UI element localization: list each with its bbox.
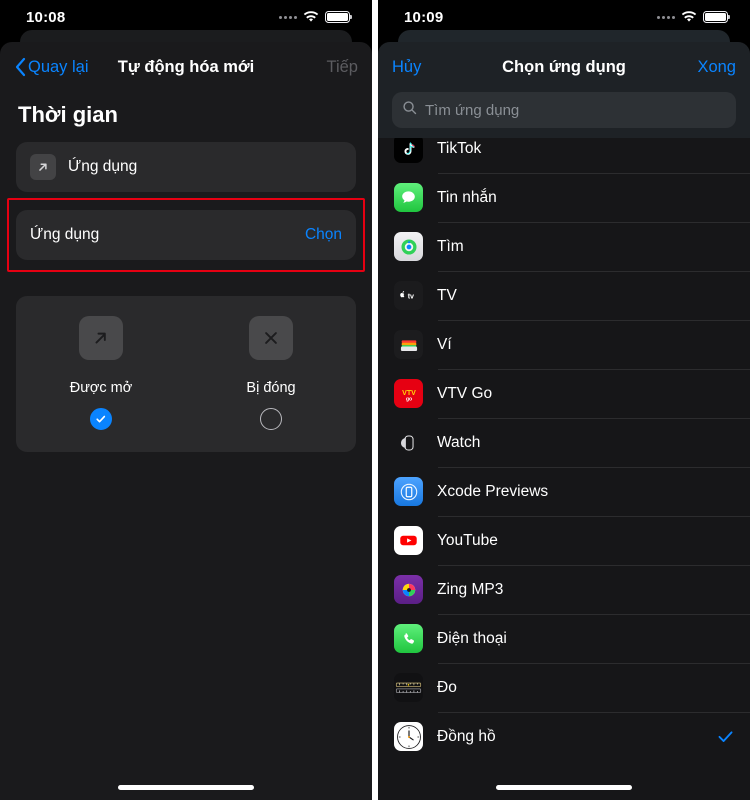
status-indicators: [279, 11, 353, 23]
app-list-inner: TikTok Tin nhắn Tìm tv TV Ví VTV go VTV …: [378, 138, 750, 761]
choose-app-header: Hủy Chọn ứng dụng Xong Tìm ứng dụng: [378, 42, 750, 138]
messages-icon: [394, 183, 423, 212]
home-indicator: [118, 785, 254, 790]
list-item[interactable]: Ví: [378, 320, 750, 369]
checkmark-icon: [717, 728, 734, 745]
battery-icon: [325, 11, 353, 23]
status-indicators: [657, 11, 731, 23]
status-time: 10:09: [404, 8, 444, 26]
new-automation-sheet: Quay lại Tự động hóa mới Tiếp Thời gian …: [0, 42, 372, 800]
xcode-previews-icon: [394, 477, 423, 506]
section-heading: Thời gian: [18, 102, 118, 127]
done-button[interactable]: Xong: [697, 58, 736, 77]
search-input[interactable]: Tìm ứng dụng: [392, 92, 736, 128]
list-item[interactable]: Xcode Previews: [378, 467, 750, 516]
wallet-icon: [394, 330, 423, 359]
trigger-app-card[interactable]: Ứng dụng: [16, 142, 356, 192]
option-opened-label: Được mở: [69, 380, 133, 396]
list-item[interactable]: Tin nhắn: [378, 173, 750, 222]
cellular-signal-icon: [279, 15, 297, 19]
arrow-up-right-icon: [79, 316, 123, 360]
list-item[interactable]: tv TV: [378, 271, 750, 320]
list-item[interactable]: Zing MP3: [378, 565, 750, 614]
option-closed-radio[interactable]: [260, 408, 282, 430]
page-title: Chọn ứng dụng: [502, 57, 626, 76]
cellular-signal-icon: [657, 15, 675, 19]
right-phone-screen: 10:09 Hủy Chọn ứng dụng Xong Tìm ứng dụn…: [378, 0, 750, 800]
svg-text:tv: tv: [407, 292, 413, 300]
app-name: TV: [437, 286, 457, 304]
status-bar-right: 10:09: [378, 0, 750, 34]
navigation-bar-left: Quay lại Tự động hóa mới Tiếp: [0, 42, 372, 92]
option-opened-radio[interactable]: [90, 408, 112, 430]
list-item[interactable]: Đồng hồ: [378, 712, 750, 761]
app-name: Ví: [437, 335, 452, 353]
wifi-icon: [303, 11, 319, 23]
option-opened[interactable]: Được mở: [16, 316, 186, 430]
app-choose-label: Ứng dụng: [30, 226, 100, 243]
trigger-app-label: Ứng dụng: [68, 158, 138, 175]
phone-icon: [394, 624, 423, 653]
option-closed[interactable]: Bị đóng: [186, 316, 356, 430]
find-my-icon: [394, 232, 423, 261]
apple-tv-icon: tv: [394, 281, 423, 310]
automation-body: Thời gian Ứng dụng Ứng dụng Chọn Được mở…: [0, 102, 372, 452]
clock-icon: [394, 722, 423, 751]
chevron-left-icon: [14, 57, 26, 77]
choose-app-sheet: Hủy Chọn ứng dụng Xong Tìm ứng dụng TikT…: [378, 42, 750, 800]
app-name: Tìm: [437, 237, 464, 255]
arrow-up-right-icon: [30, 154, 56, 180]
option-closed-label: Bị đóng: [246, 380, 296, 396]
app-name: Tin nhắn: [437, 188, 497, 206]
app-list[interactable]: TikTok Tin nhắn Tìm tv TV Ví VTV go VTV …: [378, 138, 750, 800]
dual-screenshot-stage: 10:08 Quay lại Tự động hóa mới Tiếp Thời…: [0, 0, 750, 800]
list-item[interactable]: TikTok: [378, 138, 750, 173]
vtv-go-icon: VTV go: [394, 379, 423, 408]
status-bar-left: 10:08: [0, 0, 372, 34]
next-button[interactable]: Tiếp: [327, 58, 359, 77]
zing-mp3-icon: [394, 575, 423, 604]
app-name: VTV Go: [437, 384, 493, 402]
list-item[interactable]: Watch: [378, 418, 750, 467]
app-name: Điện thoại: [437, 629, 507, 647]
svg-text:VTV: VTV: [402, 388, 416, 396]
battery-icon: [703, 11, 731, 23]
close-x-icon: [249, 316, 293, 360]
wifi-icon: [681, 11, 697, 23]
app-name: Đo: [437, 678, 457, 696]
search-icon: [402, 100, 417, 120]
app-name: YouTube: [437, 531, 498, 549]
state-options-card: Được mở Bị đóng: [16, 296, 356, 452]
apple-watch-icon: [394, 428, 423, 457]
list-item[interactable]: Đo: [378, 663, 750, 712]
back-label: Quay lại: [28, 57, 89, 76]
app-name: Watch: [437, 433, 481, 451]
measure-icon: [394, 673, 423, 702]
youtube-icon: [394, 526, 423, 555]
app-name: Xcode Previews: [437, 482, 549, 500]
search-placeholder: Tìm ứng dụng: [425, 101, 520, 119]
home-indicator: [496, 785, 632, 790]
tiktok-icon: [394, 138, 423, 163]
list-item[interactable]: VTV go VTV Go: [378, 369, 750, 418]
back-button[interactable]: Quay lại: [14, 57, 89, 77]
cancel-button[interactable]: Hủy: [392, 58, 421, 77]
app-name: TikTok: [437, 139, 482, 157]
left-phone-screen: 10:08 Quay lại Tự động hóa mới Tiếp Thời…: [0, 0, 372, 800]
app-name: Zing MP3: [437, 580, 504, 598]
list-item[interactable]: YouTube: [378, 516, 750, 565]
highlighted-app-selector: Ứng dụng Chọn: [7, 198, 365, 272]
list-item[interactable]: Điện thoại: [378, 614, 750, 663]
choose-button[interactable]: Chọn: [305, 226, 342, 244]
svg-text:go: go: [405, 396, 411, 402]
list-item[interactable]: Tìm: [378, 222, 750, 271]
app-choose-row[interactable]: Ứng dụng Chọn: [16, 210, 356, 260]
navigation-bar-right: Hủy Chọn ứng dụng Xong: [378, 42, 750, 92]
app-name: Đồng hồ: [437, 727, 496, 745]
status-time: 10:08: [26, 8, 66, 26]
